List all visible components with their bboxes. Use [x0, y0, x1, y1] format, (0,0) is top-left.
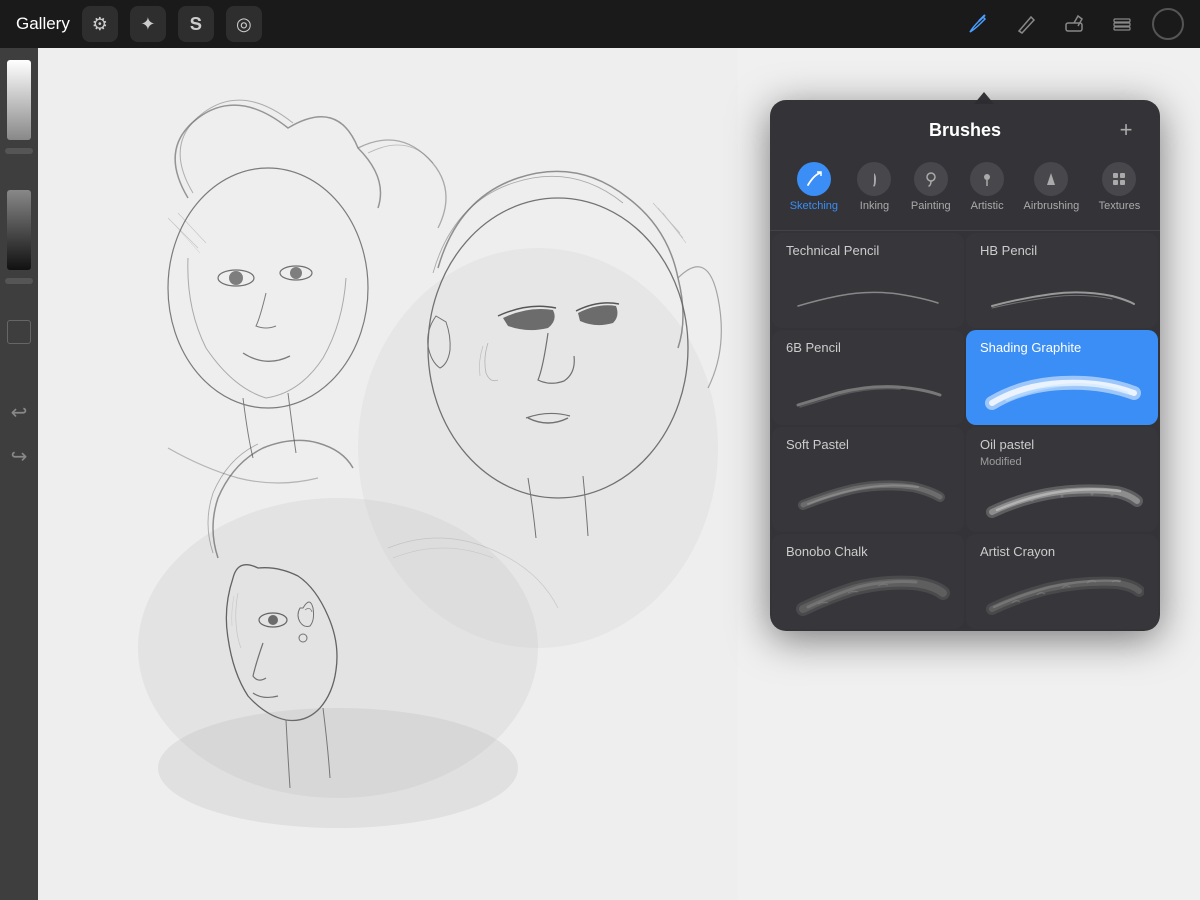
pencil-tool[interactable]: [1008, 6, 1044, 42]
opacity-handle[interactable]: [5, 148, 33, 154]
artistic-label: Artistic: [971, 200, 1004, 212]
tab-artistic[interactable]: Artistic: [962, 158, 1012, 216]
tab-sketching[interactable]: Sketching: [782, 158, 846, 216]
brush-hb-pencil[interactable]: HB Pencil: [966, 233, 1158, 328]
sketch-svg: [38, 48, 738, 900]
airbrushing-icon: [1034, 162, 1068, 196]
textures-icon: [1102, 162, 1136, 196]
toolbar-right: [960, 6, 1184, 42]
brush-soft-pastel[interactable]: Soft Pastel: [772, 427, 964, 532]
canvas-drawing: [38, 48, 738, 900]
panel-title: Brushes: [818, 120, 1112, 141]
painting-icon: [914, 162, 948, 196]
transform-icon[interactable]: ◎: [226, 6, 262, 42]
tab-painting[interactable]: Painting: [903, 158, 959, 216]
brush-tool[interactable]: [960, 6, 996, 42]
inking-label: Inking: [860, 200, 889, 212]
size-slider[interactable]: [7, 190, 31, 270]
tab-airbrushing[interactable]: Airbrushing: [1016, 158, 1088, 216]
airbrushing-label: Airbrushing: [1024, 200, 1080, 212]
eraser-tool[interactable]: [1056, 6, 1092, 42]
canvas-area: ↩ ↪: [0, 48, 1200, 900]
toolbar: Gallery ⚙ ✦ 𝐒 ◎: [0, 0, 1200, 48]
artistic-icon: [970, 162, 1004, 196]
settings-icon[interactable]: ⚙: [82, 6, 118, 42]
color-swatch[interactable]: [7, 320, 31, 344]
left-sidebar: ↩ ↪: [0, 48, 38, 900]
category-tabs: Sketching Inking Painting: [770, 154, 1160, 231]
toolbar-left: Gallery ⚙ ✦ 𝐒 ◎: [16, 6, 262, 42]
brush-technical-pencil[interactable]: Technical Pencil: [772, 233, 964, 328]
brushes-panel: Brushes + Sketching: [770, 100, 1160, 631]
opacity-slider[interactable]: [7, 60, 31, 140]
layers-tool[interactable]: [1104, 6, 1140, 42]
add-brush-button[interactable]: +: [1112, 116, 1140, 144]
redo-button[interactable]: ↪: [5, 442, 33, 470]
tab-inking[interactable]: Inking: [849, 158, 899, 216]
brush-oil-pastel[interactable]: Oil pastel Modified: [966, 427, 1158, 532]
gallery-button[interactable]: Gallery: [16, 14, 70, 34]
brush-grid: Technical Pencil HB Pencil: [770, 231, 1160, 631]
sketching-icon: [797, 162, 831, 196]
panel-header: Brushes +: [770, 100, 1160, 154]
painting-label: Painting: [911, 200, 951, 212]
inking-icon: [857, 162, 891, 196]
textures-label: Textures: [1099, 200, 1141, 212]
size-handle[interactable]: [5, 278, 33, 284]
adjustments-icon[interactable]: ✦: [130, 6, 166, 42]
brush-6b-pencil[interactable]: 6B Pencil: [772, 330, 964, 425]
sketching-label: Sketching: [790, 200, 838, 212]
brush-bonobo-chalk[interactable]: Bonobo Chalk: [772, 534, 964, 629]
brush-artist-crayon[interactable]: Artist Crayon: [966, 534, 1158, 629]
color-picker[interactable]: [1152, 8, 1184, 40]
panel-caret: [974, 92, 994, 104]
tab-textures[interactable]: Textures: [1091, 158, 1149, 216]
undo-button[interactable]: ↩: [5, 398, 33, 426]
brush-shading-graphite[interactable]: Shading Graphite: [966, 330, 1158, 425]
selection-icon[interactable]: 𝐒: [178, 6, 214, 42]
